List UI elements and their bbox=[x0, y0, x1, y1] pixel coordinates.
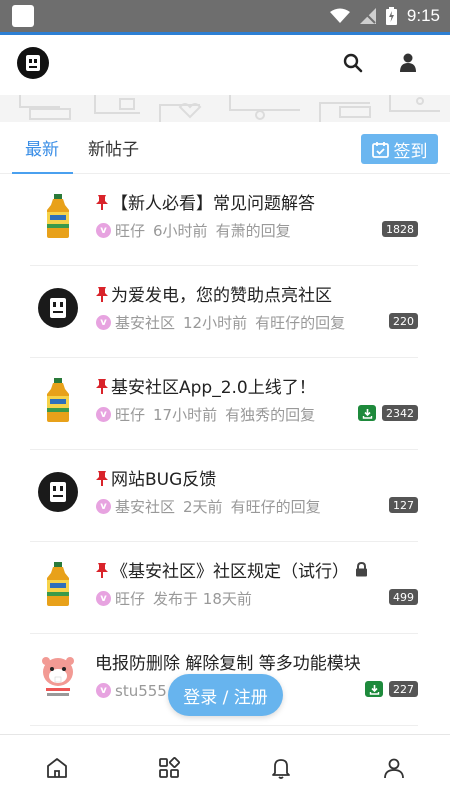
post-title-text: 《基安社区》社区规定（试行） bbox=[111, 562, 349, 582]
post-item[interactable]: 基安社区App_2.0上线了！ v 旺仔 17小时前 有独秀的回复 2342 bbox=[0, 358, 450, 450]
download-icon bbox=[358, 405, 376, 421]
app-notification-icon bbox=[12, 5, 34, 27]
author-avatar[interactable] bbox=[38, 562, 78, 606]
calendar-check-icon bbox=[371, 141, 389, 158]
battery-charging-icon bbox=[385, 7, 397, 25]
post-title-text: 基安社区App_2.0上线了！ bbox=[111, 378, 316, 398]
author-avatar[interactable] bbox=[38, 378, 78, 422]
verified-badge-icon: v bbox=[96, 591, 111, 606]
post-item[interactable]: 《基安社区》社区规定（试行） v 旺仔 发布于 18天前 499 bbox=[0, 542, 450, 634]
author-avatar[interactable] bbox=[38, 472, 78, 512]
beaver-avatar-icon bbox=[42, 657, 74, 696]
tab-new-posts[interactable]: 新帖子 bbox=[88, 135, 139, 160]
post-last-reply: 有旺仔的回复 bbox=[230, 498, 321, 516]
pin-icon bbox=[95, 470, 109, 486]
bottom-nav bbox=[0, 734, 450, 800]
post-title-text: 电报防删除 解除复制 等多功能模块 bbox=[95, 654, 361, 674]
post-meta: v 旺仔 发布于 18天前 bbox=[96, 588, 252, 609]
lock-icon bbox=[355, 562, 368, 577]
bottle-avatar-icon bbox=[47, 562, 69, 606]
post-author[interactable]: 旺仔 bbox=[115, 220, 145, 241]
site-logo[interactable] bbox=[17, 47, 49, 79]
pin-icon bbox=[95, 378, 109, 394]
post-item[interactable]: 网站BUG反馈 v 基安社区 2天前 有旺仔的回复 127 bbox=[0, 450, 450, 542]
reply-count-badge: 1828 bbox=[382, 221, 418, 237]
circuit-banner bbox=[0, 95, 450, 122]
post-time: 17小时前 bbox=[153, 406, 218, 424]
post-meta: v 旺仔 6小时前 有萧的回复 bbox=[96, 220, 291, 241]
post-time: 发布于 18天前 bbox=[153, 590, 252, 608]
post-list: 【新人必看】常见问题解答 v 旺仔 6小时前 有萧的回复 1828 为爱发电，您的赞助点亮社… bbox=[0, 174, 450, 726]
pin-icon bbox=[95, 286, 109, 302]
pin-icon bbox=[95, 194, 109, 210]
post-title[interactable]: 基安社区App_2.0上线了！ bbox=[95, 373, 316, 398]
verified-badge-icon: v bbox=[96, 223, 111, 238]
post-title[interactable]: 《基安社区》社区规定（试行） bbox=[95, 557, 368, 582]
person-icon[interactable] bbox=[382, 756, 406, 780]
post-last-reply: 有萧的回复 bbox=[215, 222, 291, 240]
post-author[interactable]: 基安社区 bbox=[115, 312, 175, 333]
tab-bar: 最新 新帖子 签到 bbox=[0, 122, 450, 174]
post-time: 2天前 bbox=[183, 498, 223, 516]
apps-icon[interactable] bbox=[157, 756, 181, 780]
author-avatar[interactable] bbox=[38, 194, 78, 238]
reply-count-badge: 2342 bbox=[382, 405, 418, 421]
post-author[interactable]: 旺仔 bbox=[115, 404, 145, 425]
home-icon[interactable] bbox=[45, 756, 69, 780]
pin-icon bbox=[95, 562, 109, 578]
post-item[interactable]: 为爱发电，您的赞助点亮社区 v 基安社区 12小时前 有旺仔的回复 220 bbox=[0, 266, 450, 358]
reply-count-badge: 499 bbox=[389, 589, 418, 605]
post-meta: v 旺仔 17小时前 有独秀的回复 bbox=[96, 404, 315, 425]
wifi-icon bbox=[329, 8, 350, 23]
bottle-avatar-icon bbox=[47, 194, 69, 238]
divider bbox=[30, 725, 418, 726]
post-time: 12小时前 bbox=[183, 314, 248, 332]
reply-count-badge: 220 bbox=[389, 313, 418, 329]
post-meta: v 基安社区 2天前 有旺仔的回复 bbox=[96, 496, 321, 517]
verified-badge-icon: v bbox=[96, 407, 111, 422]
login-register-button[interactable]: 登录 / 注册 bbox=[168, 674, 283, 716]
status-bar: 9:15 bbox=[0, 0, 450, 32]
robot-face-icon bbox=[26, 55, 40, 71]
robot-avatar-icon bbox=[38, 288, 78, 328]
signal-off-icon bbox=[359, 8, 376, 24]
circuit-pattern-icon bbox=[19, 95, 440, 122]
search-icon[interactable] bbox=[343, 53, 363, 73]
tab-latest[interactable]: 最新 bbox=[25, 135, 59, 160]
post-title-text: 【新人必看】常见问题解答 bbox=[111, 194, 315, 214]
post-title[interactable]: 为爱发电，您的赞助点亮社区 bbox=[95, 281, 332, 306]
user-icon[interactable] bbox=[399, 53, 417, 73]
reply-count-badge: 127 bbox=[389, 497, 418, 513]
post-last-reply: 有旺仔的回复 bbox=[255, 314, 346, 332]
post-last-reply: 有独秀的回复 bbox=[225, 406, 316, 424]
download-icon bbox=[365, 681, 383, 697]
post-title[interactable]: 【新人必看】常见问题解答 bbox=[95, 189, 315, 214]
post-title-text: 为爱发电，您的赞助点亮社区 bbox=[111, 286, 332, 306]
signin-label: 签到 bbox=[393, 141, 428, 162]
verified-badge-icon: v bbox=[96, 315, 111, 330]
author-avatar[interactable] bbox=[38, 288, 78, 328]
bottle-avatar-icon bbox=[47, 378, 69, 422]
app-header bbox=[0, 35, 450, 95]
reply-count-badge: 227 bbox=[389, 681, 418, 697]
verified-badge-icon: v bbox=[96, 499, 111, 514]
verified-badge-icon: v bbox=[96, 683, 111, 698]
post-item[interactable]: 【新人必看】常见问题解答 v 旺仔 6小时前 有萧的回复 1828 bbox=[0, 174, 450, 266]
post-author[interactable]: 基安社区 bbox=[115, 496, 175, 517]
post-author[interactable]: stu555 bbox=[115, 682, 167, 700]
post-title-text: 网站BUG反馈 bbox=[111, 470, 217, 490]
post-title[interactable]: 网站BUG反馈 bbox=[95, 465, 216, 490]
author-avatar[interactable] bbox=[38, 656, 78, 696]
post-title[interactable]: 电报防删除 解除复制 等多功能模块 bbox=[95, 649, 361, 674]
post-meta: v 基安社区 12小时前 有旺仔的回复 bbox=[96, 312, 345, 333]
signin-button[interactable]: 签到 bbox=[361, 134, 438, 164]
robot-avatar-icon bbox=[38, 472, 78, 512]
bell-icon[interactable] bbox=[269, 756, 293, 780]
post-time: 6小时前 bbox=[153, 222, 208, 240]
post-author[interactable]: 旺仔 bbox=[115, 588, 145, 609]
clock: 9:15 bbox=[406, 6, 440, 25]
